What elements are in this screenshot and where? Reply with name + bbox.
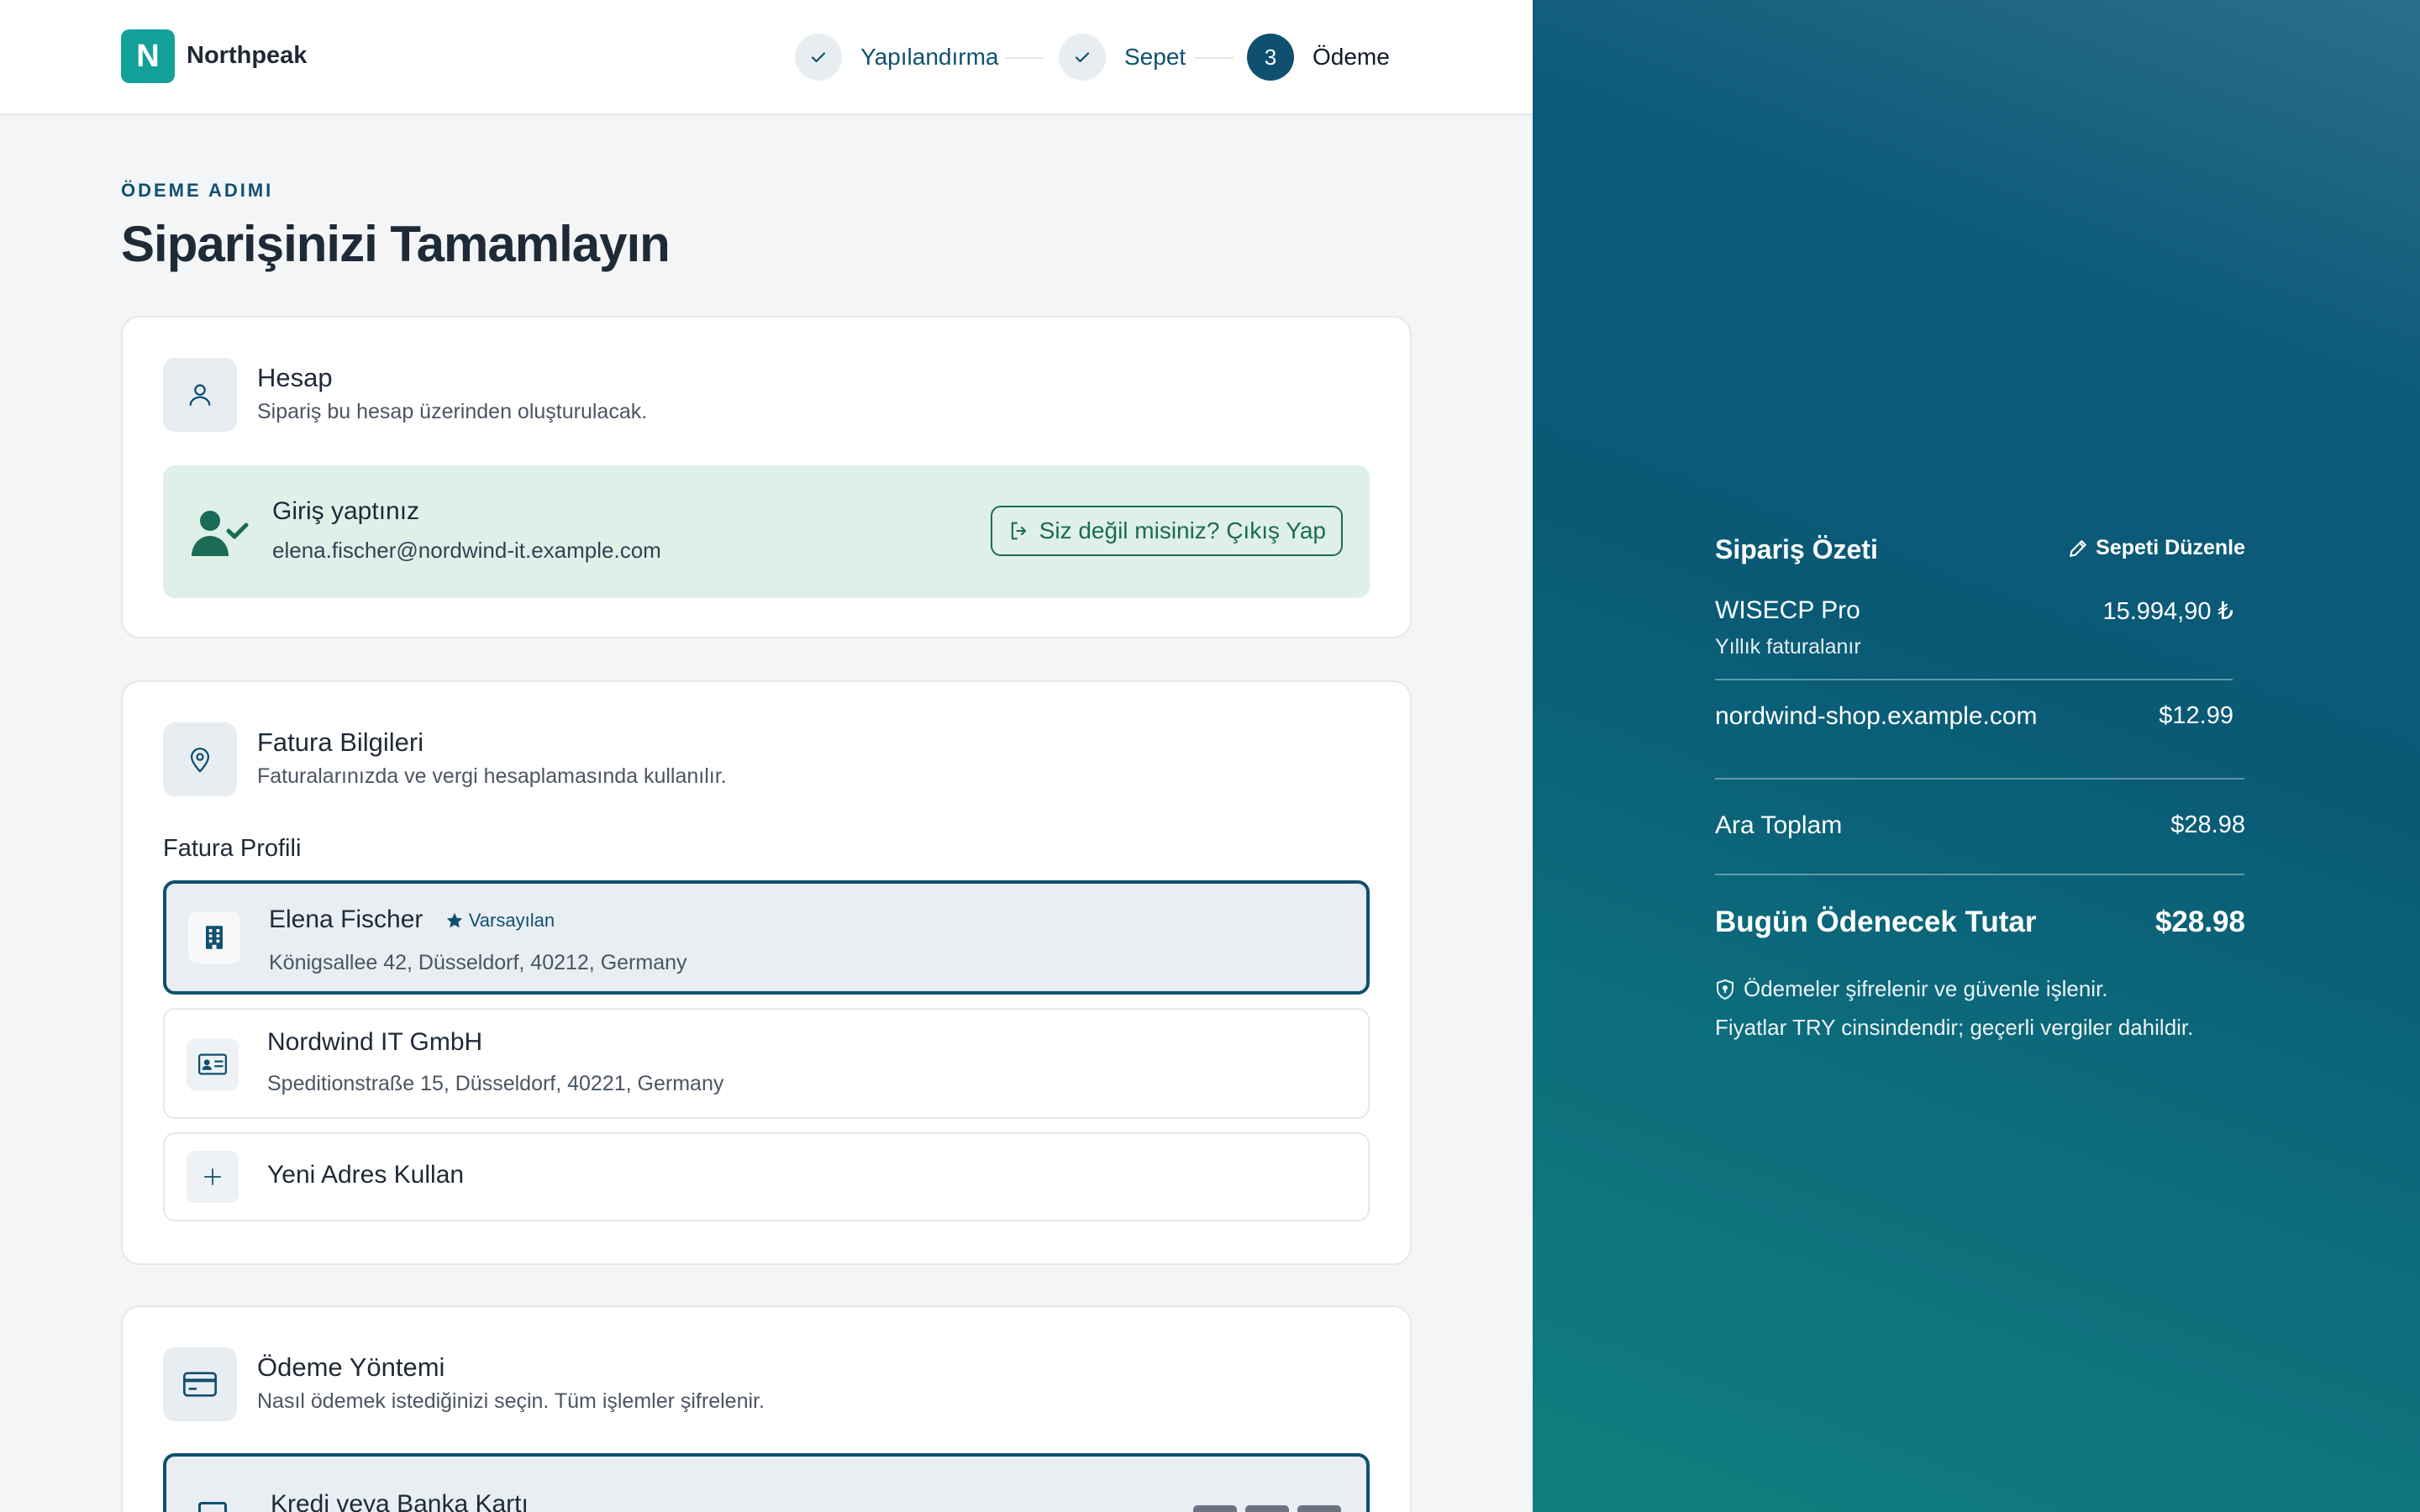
payment-title: Ödeme Yöntemi	[257, 1352, 445, 1382]
location-pin-icon	[163, 722, 237, 796]
edit-cart-label: Sepeti Düzenle	[2096, 536, 2245, 559]
profile-name: Elena Fischer Varsayılan	[269, 906, 555, 934]
account-title: Hesap	[257, 363, 333, 392]
new-address-option[interactable]: Yeni Adres Kullan	[163, 1132, 1370, 1221]
order-summary-panel: Sipariş Özeti Sepeti Düzenle WISECP Pro …	[1533, 0, 2420, 1512]
brand-name[interactable]: Northpeak	[187, 42, 307, 70]
default-badge-label: Varsayılan	[468, 910, 555, 932]
mastercard-icon	[1245, 1505, 1289, 1512]
billing-title: Fatura Bilgileri	[257, 727, 424, 757]
logout-label: Siz değil misiniz? Çıkış Yap	[1039, 517, 1326, 543]
profile-address: Königsallee 42, Düsseldorf, 40212, Germa…	[269, 951, 687, 974]
step-configuration[interactable]: Yapılandırma	[795, 34, 998, 81]
summary-divider	[1715, 778, 2244, 780]
login-email: elena.fischer@nordwind-it.example.com	[272, 538, 661, 563]
currency-note: Fiyatlar TRY cinsindendir; geçerli vergi…	[1715, 1015, 2194, 1040]
payment-subtitle: Nasıl ödemek istediğinizi seçin. Tüm işl…	[257, 1389, 765, 1413]
billing-profile-option[interactable]: Elena Fischer Varsayılan Königsallee 42,…	[163, 880, 1370, 995]
sign-out-icon	[1011, 522, 1027, 540]
summary-item-name: WISECP Pro	[1715, 596, 1860, 624]
billing-profile-label: Fatura Profili	[163, 835, 302, 862]
id-card-icon	[187, 1038, 239, 1090]
summary-item-name: nordwind-shop.example.com	[1715, 702, 2038, 730]
account-card: Hesap Sipariş bu hesap üzerinden oluştur…	[121, 316, 1412, 638]
profile-name-text: Elena Fischer	[269, 906, 424, 933]
account-subtitle: Sipariş bu hesap üzerinden oluşturulacak…	[257, 400, 648, 423]
step-number: 3	[1247, 34, 1294, 81]
top-bar: N Northpeak Yapılandırma Sepet 3 Ödeme	[0, 0, 1533, 115]
star-icon	[446, 912, 462, 928]
credit-card-icon	[163, 1347, 237, 1421]
pencil-icon	[2070, 539, 2087, 557]
amex-icon	[1297, 1505, 1341, 1512]
checkout-main: N Northpeak Yapılandırma Sepet 3 Ödeme Ö…	[0, 0, 1533, 1512]
login-status: Giriş yaptınız elena.fischer@nordwind-it…	[163, 465, 1370, 598]
plus-icon	[187, 1151, 239, 1203]
default-badge: Varsayılan	[445, 910, 555, 932]
secure-note: Ödemeler şifrelenir ve güvenle işlenir.	[1715, 976, 2108, 1002]
profile-name: Nordwind IT GmbH	[267, 1028, 483, 1056]
summary-divider	[1715, 679, 2233, 680]
summary-item-price: 15.994,90 ₺	[2102, 598, 2233, 625]
billing-card: Fatura Bilgileri Faturalarınızda ve verg…	[121, 680, 1412, 1265]
summary-title: Sipariş Özeti	[1715, 534, 1878, 564]
subtotal-value: $28.98	[2170, 811, 2245, 838]
shield-icon	[1717, 979, 1733, 1000]
payment-method-label: Kredi veya Banka Kartı	[271, 1490, 529, 1512]
summary-item-billing: Yıllık faturalanır	[1715, 635, 1861, 659]
user-icon	[163, 358, 237, 432]
check-icon	[1059, 34, 1106, 81]
step-cart[interactable]: Sepet	[1059, 34, 1186, 81]
page-eyebrow: ÖDEME ADIMI	[121, 180, 274, 201]
logout-button[interactable]: Siz değil misiniz? Çıkış Yap	[990, 506, 1343, 556]
edit-cart-link[interactable]: Sepeti Düzenle	[2067, 536, 2245, 560]
summary-item-price: $12.99	[2159, 702, 2233, 729]
card-icon	[198, 1502, 227, 1512]
step-connector	[1005, 57, 1044, 59]
billing-subtitle: Faturalarınızda ve vergi hesaplamasında …	[257, 764, 727, 788]
card-brand-logos	[1193, 1505, 1341, 1512]
summary-divider	[1715, 874, 2244, 875]
subtotal-label: Ara Toplam	[1715, 811, 1843, 839]
profile-address: Speditionstraße 15, Düsseldorf, 40221, G…	[267, 1072, 724, 1095]
visa-icon	[1193, 1505, 1237, 1512]
login-title: Giriş yaptınız	[272, 497, 420, 525]
step-label: Yapılandırma	[860, 44, 999, 70]
brand-logo[interactable]: N	[121, 29, 175, 83]
check-icon	[795, 34, 842, 81]
step-payment: 3 Ödeme	[1247, 34, 1390, 81]
billing-profile-option[interactable]: Nordwind IT GmbH Speditionstraße 15, Düs…	[163, 1008, 1370, 1119]
payment-card: Ödeme Yöntemi Nasıl ödemek istediğinizi …	[121, 1305, 1412, 1512]
building-icon	[188, 911, 240, 963]
total-label: Bugün Ödenecek Tutar	[1715, 906, 2037, 938]
payment-method-option[interactable]: Kredi veya Banka Kartı	[163, 1453, 1370, 1512]
new-address-label: Yeni Adres Kullan	[267, 1161, 465, 1189]
page-title: Siparişinizi Tamamlayın	[121, 216, 671, 272]
step-label: Ödeme	[1313, 44, 1390, 70]
step-label: Sepet	[1124, 44, 1186, 70]
secure-note-text: Ödemeler şifrelenir ve güvenle işlenir.	[1744, 976, 2108, 1001]
user-check-icon	[192, 509, 249, 560]
total-value: $28.98	[2154, 906, 2245, 938]
step-connector	[1195, 57, 1234, 59]
